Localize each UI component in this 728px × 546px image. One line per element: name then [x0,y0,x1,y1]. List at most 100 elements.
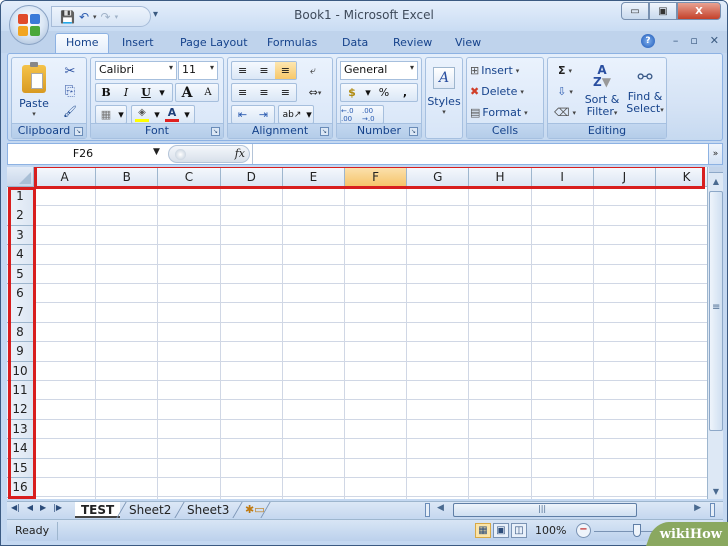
tab-view[interactable]: View [455,33,481,53]
align-bottom-button[interactable]: ≡ [274,62,296,79]
first-sheet-icon[interactable]: ◀| [11,503,20,512]
vertical-scrollbar[interactable]: ▲ ▼ [707,167,723,499]
shrink-font-button[interactable]: A [198,84,218,101]
row-header-14[interactable]: 14 [7,439,34,459]
font-size-select[interactable]: 11 ▾ [178,61,218,80]
next-sheet-icon[interactable]: ▶ [40,503,46,512]
horizontal-split-handle[interactable] [710,503,715,517]
fill-color-button[interactable]: ◈ [132,106,152,123]
zoom-level[interactable]: 100% [535,524,566,537]
format-painter-button[interactable]: 🖌 [60,102,80,120]
align-middle-button[interactable]: ≡ [253,62,274,79]
font-name-select[interactable]: Calibri ▾ [95,61,177,80]
column-header-e[interactable]: E [282,167,345,187]
vertical-split-handle[interactable] [709,167,723,173]
row-header-11[interactable]: 11 [7,381,34,401]
increase-decimal-button[interactable]: ←.0 .00 [341,106,362,123]
format-cells-button[interactable]: ▤ Format ▾ [470,103,528,122]
row-header-5[interactable]: 5 [7,264,34,285]
column-header-d[interactable]: D [220,167,283,187]
tab-home[interactable]: Home [55,33,110,53]
row-header-2[interactable]: 2 [7,206,34,226]
tab-formulas[interactable]: Formulas [267,33,317,53]
styles-button[interactable]: A Styles ▾ [427,60,461,122]
column-header-g[interactable]: G [407,167,470,187]
underline-dropdown-icon[interactable]: ▾ [156,84,168,101]
align-left-button[interactable]: ≡ [232,84,253,101]
percent-button[interactable]: % [373,84,395,101]
sort-filter-button[interactable]: A Z▼ Sort & Filter▾ [582,60,622,122]
name-box-dropdown-icon[interactable]: ▼ [153,147,160,157]
wrap-text-button[interactable]: ⤶ [302,61,324,80]
page-layout-view-button[interactable]: ▣ [493,523,509,538]
clipboard-launcher-icon[interactable]: ↘ [74,127,83,136]
page-break-view-button[interactable]: ◫ [511,523,527,538]
column-header-c[interactable]: C [158,167,221,187]
cut-button[interactable]: ✂ [60,62,80,80]
minimize-button[interactable]: ▭ [621,2,649,20]
fill-button[interactable]: ⇩ ▾ [552,82,578,101]
decrease-indent-button[interactable]: ⇤ [232,106,253,123]
align-right-button[interactable]: ≡ [275,84,296,101]
workbook-minimize-icon[interactable]: – [673,34,679,47]
zoom-out-button[interactable]: − [576,523,591,538]
delete-cells-button[interactable]: ✖ Delete ▾ [470,82,524,101]
expand-formula-bar-icon[interactable]: » [708,144,722,164]
tab-page-layout[interactable]: Page Layout [180,33,248,53]
tab-review[interactable]: Review [393,33,432,53]
row-header-9[interactable]: 9 [7,342,34,362]
horizontal-scrollbar[interactable]: ◀ ▶ [425,503,715,518]
column-header-a[interactable]: A [34,167,97,187]
font-color-dropdown-icon[interactable]: ▾ [182,106,192,123]
scroll-left-icon[interactable]: ◀ [437,503,444,513]
workbook-close-icon[interactable]: ✕ [710,34,719,47]
decrease-decimal-button[interactable]: .00 →.0 [362,106,383,123]
spreadsheet-grid[interactable]: A B C D E F G H I J K 1 2 3 4 5 6 7 8 9 10 11 12 13 14 15 16 [7,167,707,499]
number-launcher-icon[interactable]: ↘ [409,127,418,136]
italic-button[interactable]: I [116,84,136,101]
fill-color-dropdown-icon[interactable]: ▾ [152,106,162,123]
vertical-scroll-thumb[interactable] [709,191,723,431]
row-header-8[interactable]: 8 [7,322,34,343]
alignment-launcher-icon[interactable]: ↘ [320,127,329,136]
office-button[interactable] [9,5,49,45]
column-header-f[interactable]: F [345,167,408,187]
insert-cells-button[interactable]: ⊞ Insert ▾ [470,61,519,80]
scroll-down-icon[interactable]: ▼ [709,485,723,499]
restore-button[interactable]: ▣ [649,2,677,20]
formula-input[interactable] [252,144,708,164]
underline-button[interactable]: U [136,84,156,101]
insert-function-button[interactable]: fx [235,147,245,160]
row-header-6[interactable]: 6 [7,284,34,304]
font-color-button[interactable]: A [162,106,182,123]
scroll-right-icon[interactable]: ▶ [694,503,701,513]
row-header-16[interactable]: 16 [7,478,34,498]
increase-indent-button[interactable]: ⇥ [253,106,274,123]
zoom-slider-thumb[interactable] [633,524,641,537]
row-header-12[interactable]: 12 [7,400,34,420]
row-header-15[interactable]: 15 [7,458,34,479]
row-header-13[interactable]: 13 [7,419,34,440]
font-launcher-icon[interactable]: ↘ [211,127,220,136]
column-header-b[interactable]: B [96,167,159,187]
bold-button[interactable]: B [96,84,116,101]
column-header-i[interactable]: I [531,167,594,187]
prev-sheet-icon[interactable]: ◀ [27,503,33,512]
align-top-button[interactable]: ≡ [232,62,253,79]
column-header-j[interactable]: J [593,167,656,187]
copy-button[interactable]: ⎘ [60,82,80,100]
find-select-button[interactable]: ⚯ Find & Select▾ [624,60,666,122]
normal-view-button[interactable]: ▦ [475,523,491,538]
currency-dropdown-icon[interactable]: ▾ [363,84,373,101]
sheet-tab-sheet2[interactable]: Sheet2 [123,502,177,518]
row-header-3[interactable]: 3 [7,225,34,246]
column-header-h[interactable]: H [469,167,532,187]
align-center-button[interactable]: ≡ [253,84,274,101]
last-sheet-icon[interactable]: |▶ [53,503,62,512]
comma-button[interactable]: , [395,84,415,101]
sheet-tab-test[interactable]: TEST [75,502,121,518]
row-header-10[interactable]: 10 [7,361,34,382]
scroll-up-icon[interactable]: ▲ [709,175,723,189]
tab-data[interactable]: Data [342,33,368,53]
row-header-1[interactable]: 1 [7,187,34,207]
